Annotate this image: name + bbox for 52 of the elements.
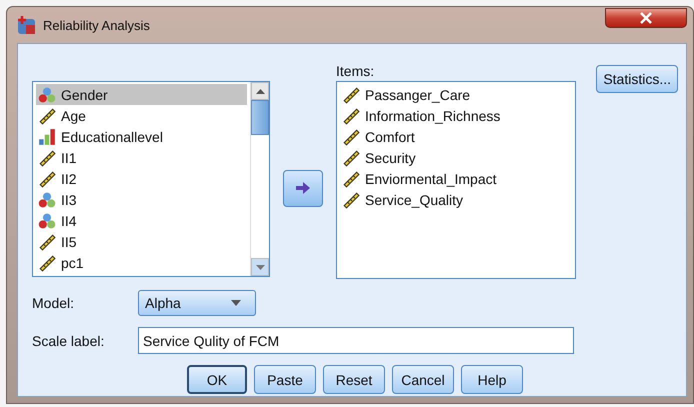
ruler-icon (342, 106, 360, 124)
dialog-button[interactable]: Cancel (392, 365, 454, 394)
dialog-button[interactable]: OK (187, 365, 247, 394)
ruler-icon (38, 106, 56, 124)
app-icon (17, 15, 37, 35)
variable-item[interactable]: II1 (36, 147, 247, 168)
dropdown-arrow-icon (231, 300, 241, 306)
variable-item[interactable]: Age (36, 105, 247, 126)
item-entry[interactable]: Comfort (340, 126, 572, 147)
variable-item[interactable]: II4 (36, 210, 247, 231)
model-label: Model: (32, 295, 76, 311)
scrollbar[interactable] (250, 82, 269, 276)
ruler-icon (38, 254, 56, 272)
item-entry[interactable]: Information_Richness (340, 105, 572, 126)
scroll-thumb[interactable] (251, 100, 269, 135)
ruler-icon (342, 86, 360, 104)
close-icon (639, 12, 653, 24)
right-arrow-icon (295, 181, 311, 195)
variable-item[interactable]: Educationallevel (36, 126, 247, 147)
down-arrow-icon (256, 264, 264, 270)
circles-icon (38, 212, 56, 230)
scale-label-label: Scale label: (32, 332, 106, 348)
item-entry[interactable]: Enviormental_Impact (340, 168, 572, 189)
close-button[interactable] (605, 8, 687, 28)
item-entry[interactable]: Security (340, 147, 572, 168)
ruler-icon (342, 128, 360, 146)
ruler-icon (342, 148, 360, 166)
scale-label-field[interactable]: Service Qulity of FCM (138, 327, 574, 354)
circles-icon (38, 86, 56, 104)
variable-item[interactable]: Gender (36, 84, 247, 105)
model-dropdown[interactable]: Alpha (138, 290, 256, 316)
ruler-icon (342, 170, 360, 188)
ruler-icon (342, 190, 360, 208)
item-entry[interactable]: Passanger_Care (340, 84, 572, 105)
up-arrow-icon (256, 88, 264, 94)
ruler-icon (38, 232, 56, 250)
move-button[interactable] (283, 170, 323, 206)
ruler-icon (38, 170, 56, 188)
items-label: Items: (336, 63, 376, 81)
variable-item[interactable]: II2 (36, 168, 247, 189)
item-entry[interactable]: Service_Quality (340, 189, 572, 210)
variable-item[interactable]: II3 (36, 189, 247, 210)
window-title: Reliability Analysis (43, 18, 151, 32)
circles-icon (38, 190, 56, 208)
dialog-button[interactable]: Paste (254, 365, 316, 394)
dialog-button[interactable]: Help (461, 365, 523, 394)
ruler-icon (38, 148, 56, 166)
variable-item[interactable]: pc1 (36, 252, 247, 273)
variable-item[interactable]: II5 (36, 231, 247, 252)
statistics-button[interactable]: Statistics... (596, 65, 678, 93)
dialog-button[interactable]: Reset (323, 365, 385, 394)
bar-chart-icon (38, 128, 56, 146)
